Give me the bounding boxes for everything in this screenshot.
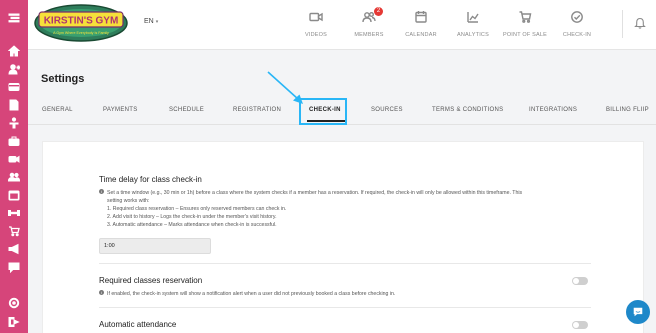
nav-members-label: MEMBERS	[354, 32, 384, 38]
time-delay-description: i Set a time window (e.g., 30 min or 1h) …	[99, 189, 569, 229]
credit-card-icon[interactable]	[7, 80, 21, 94]
chevron-down-icon: ▾	[155, 19, 159, 25]
tab-registration[interactable]: REGISTRATION	[233, 107, 281, 113]
tab-sources[interactable]: SOURCES	[371, 107, 403, 113]
video-icon	[309, 12, 323, 22]
info-icon: i	[99, 189, 104, 194]
check-in-settings-card: Time delay for class check-in i Set a tim…	[42, 141, 644, 333]
nav-point-of-sale[interactable]: POINT OF SALE	[495, 10, 555, 38]
section-divider	[99, 307, 591, 308]
section-divider	[99, 263, 591, 264]
required-reservation-title: Required classes reservation	[99, 276, 203, 285]
nav-check-in-label: CHECK-IN	[562, 32, 592, 38]
notification-bell-icon[interactable]	[634, 17, 646, 29]
top-bar: KIRSTIN'S GYM A Gym Where Everybody Is F…	[28, 0, 656, 50]
chat-bubble-icon[interactable]	[7, 260, 21, 274]
nav-analytics[interactable]: ANALYTICS	[443, 10, 503, 38]
tab-general[interactable]: GENERAL	[42, 107, 73, 113]
automatic-attendance-toggle[interactable]	[572, 321, 588, 329]
calendar-icon[interactable]	[7, 188, 21, 202]
tab-terms-conditions[interactable]: TERMS & CONDITIONS	[432, 107, 503, 113]
required-reservation-desc-text: If enabled, the check-in system will sho…	[107, 291, 396, 297]
nav-point-of-sale-label: POINT OF SALE	[502, 32, 548, 38]
group-icon[interactable]	[7, 170, 21, 184]
tab-integrations[interactable]: INTEGRATIONS	[529, 107, 577, 113]
add-user-icon[interactable]	[7, 62, 21, 76]
time-delay-title: Time delay for class check-in	[99, 175, 202, 184]
check-in-icon	[571, 11, 583, 23]
time-delay-desc-line: 2. Add visit to history – Logs the check…	[107, 214, 277, 220]
menu-collapse-icon[interactable]	[7, 11, 21, 25]
tab-billing-fliip[interactable]: BILLING FLIIP	[606, 107, 649, 113]
svg-text:A Gym Where Everybody Is Famil: A Gym Where Everybody Is Family	[53, 31, 109, 35]
nav-calendar[interactable]: CALENDAR	[391, 10, 451, 38]
language-selector[interactable]: EN ▾	[144, 18, 158, 25]
time-delay-input[interactable]	[99, 238, 211, 254]
briefcase-icon[interactable]	[7, 134, 21, 148]
analytics-icon	[467, 12, 479, 23]
svg-text:KIRSTIN'S GYM: KIRSTIN'S GYM	[44, 16, 119, 27]
required-reservation-toggle[interactable]	[572, 277, 588, 285]
time-delay-desc-line: setting works with:	[107, 198, 150, 204]
nav-check-in[interactable]: CHECK-IN	[547, 10, 607, 38]
megaphone-icon[interactable]	[7, 242, 21, 256]
annotation-highlight-box	[299, 98, 347, 125]
shopping-cart-icon[interactable]	[7, 224, 21, 238]
nav-videos[interactable]: VIDEOS	[286, 10, 346, 38]
nav-calendar-label: CALENDAR	[405, 32, 437, 38]
calendar-icon	[415, 11, 427, 23]
sidebar	[0, 0, 28, 333]
nav-analytics-label: ANALYTICS	[457, 32, 489, 38]
automatic-attendance-title: Automatic attendance	[99, 320, 177, 329]
tab-schedule[interactable]: SCHEDULE	[169, 107, 204, 113]
cart-icon	[519, 11, 532, 23]
document-edit-icon[interactable]	[7, 98, 21, 112]
header-divider	[622, 10, 623, 38]
chat-icon	[633, 307, 643, 317]
info-icon: i	[99, 290, 104, 295]
settings-icon[interactable]	[7, 296, 21, 310]
chat-support-button[interactable]	[626, 300, 650, 324]
required-reservation-description: i If enabled, the check-in system will sh…	[99, 290, 569, 298]
time-delay-desc-line: 3. Automatic attendance – Marks attendan…	[107, 222, 277, 228]
time-delay-desc-line: Set a time window (e.g., 30 min or 1h) b…	[107, 190, 523, 196]
gym-logo[interactable]: KIRSTIN'S GYM A Gym Where Everybody Is F…	[32, 3, 130, 43]
time-delay-desc-line: 1. Required class reservation – Ensures …	[107, 206, 287, 212]
trainer-icon[interactable]	[7, 116, 21, 130]
dumbbell-icon[interactable]	[7, 206, 21, 220]
home-icon[interactable]	[7, 44, 21, 58]
nav-members[interactable]: 2 MEMBERS	[339, 7, 399, 38]
members-count-badge: 2	[374, 7, 383, 16]
logout-icon[interactable]	[7, 315, 21, 329]
camera-icon[interactable]	[7, 152, 21, 166]
nav-videos-label: VIDEOS	[305, 32, 327, 38]
language-label: EN	[144, 18, 154, 25]
page-title: Settings	[41, 73, 85, 85]
tab-payments[interactable]: PAYMENTS	[103, 107, 138, 113]
